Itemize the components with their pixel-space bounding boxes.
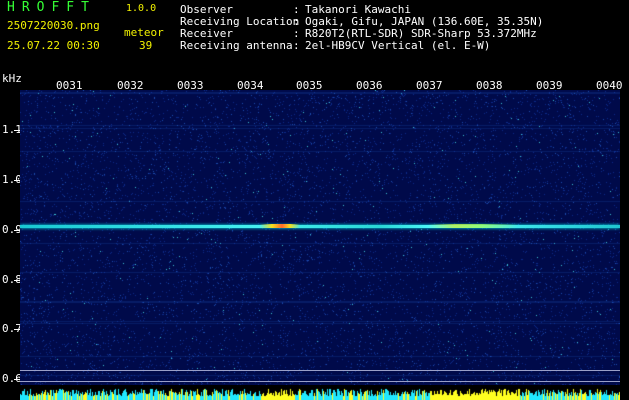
filename-label: 2507220030.png xyxy=(7,19,100,32)
app-title: HROFFT xyxy=(7,0,96,15)
antenna-colon: : xyxy=(293,39,300,52)
meteor-count-value: 39 xyxy=(139,39,153,52)
antenna-label: Receiving antenna xyxy=(180,39,293,52)
meteor-count-label: meteor xyxy=(124,26,164,39)
spectrogram-noise xyxy=(20,90,620,396)
spectrogram-panel xyxy=(20,90,620,396)
antenna-value: 2el-HB9CV Vertical (el. E-W) xyxy=(305,39,491,52)
app-version: 1.0.0 xyxy=(126,3,157,14)
datetime-label: 25.07.22 00:30 xyxy=(7,39,100,52)
reference-line xyxy=(20,381,620,382)
meteor-echo-hotspot xyxy=(260,224,300,228)
carrier-signal-line xyxy=(20,225,620,228)
activity-histogram xyxy=(20,385,620,400)
meteor-echo-hotspot xyxy=(428,224,518,228)
axis-unit-label: kHz xyxy=(2,72,22,85)
reference-line xyxy=(20,370,620,371)
